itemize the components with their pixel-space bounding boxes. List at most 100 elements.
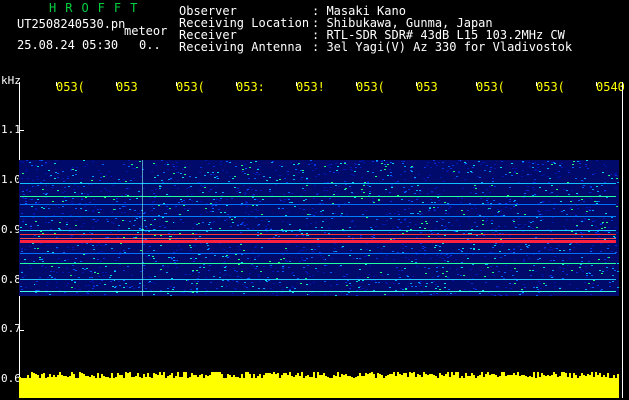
noise-speckle (427, 162, 429, 163)
noise-speckle (167, 288, 169, 289)
noise-speckle (306, 185, 308, 186)
noise-speckle (93, 258, 95, 259)
noise-speckle (155, 261, 157, 262)
noise-speckle (490, 169, 492, 170)
noise-speckle (528, 162, 530, 163)
noise-speckle (586, 207, 588, 208)
noise-speckle (173, 257, 175, 258)
noise-speckle (282, 266, 284, 267)
noise-speckle (331, 182, 333, 183)
noise-speckle (540, 202, 542, 203)
noise-speckle (119, 181, 121, 182)
noise-speckle (523, 259, 525, 260)
noise-speckle (242, 224, 244, 225)
noise-speckle (125, 283, 127, 284)
noise-speckle (449, 206, 451, 207)
noise-speckle (193, 259, 195, 260)
yellow-band-spike (391, 374, 393, 380)
noise-speckle (116, 201, 118, 202)
noise-speckle (30, 268, 32, 269)
noise-speckle (314, 185, 316, 186)
noise-speckle (491, 294, 493, 295)
yellow-band-spike (521, 375, 523, 380)
noise-speckle (276, 295, 278, 296)
noise-speckle (288, 199, 290, 200)
noise-speckle (482, 290, 484, 291)
noise-speckle (199, 172, 201, 173)
noise-speckle (470, 171, 472, 172)
noise-speckle (322, 257, 324, 258)
yellow-band-spike (501, 372, 503, 380)
noise-speckle (307, 214, 309, 215)
noise-speckle (519, 228, 521, 229)
noise-speckle (513, 249, 515, 250)
x-tick-mark (356, 82, 357, 86)
noise-speckle (113, 209, 115, 210)
noise-speckle (324, 182, 326, 183)
noise-speckle (245, 203, 247, 204)
noise-speckle (467, 168, 469, 169)
noise-speckle (398, 270, 400, 271)
noise-speckle (617, 263, 619, 264)
noise-speckle (433, 209, 435, 210)
noise-speckle (351, 170, 353, 171)
noise-speckle (517, 213, 519, 214)
noise-speckle (581, 221, 583, 222)
noise-speckle (176, 172, 178, 173)
noise-speckle (265, 280, 267, 281)
noise-speckle (299, 208, 301, 209)
yellow-band-spike (375, 378, 377, 380)
noise-speckle (23, 219, 25, 220)
noise-speckle (191, 283, 193, 284)
noise-speckle (48, 170, 50, 171)
noise-speckle (320, 211, 322, 212)
noise-speckle (350, 250, 352, 251)
noise-speckle (315, 168, 317, 169)
noise-speckle (136, 198, 138, 199)
noise-speckle (615, 173, 617, 174)
noise-speckle (194, 281, 196, 282)
noise-speckle (382, 224, 384, 225)
noise-speckle (73, 189, 75, 190)
noise-speckle (549, 193, 551, 194)
noise-speckle (241, 223, 243, 224)
noise-speckle (420, 191, 422, 192)
noise-speckle (518, 218, 520, 219)
yellow-band-spike (497, 377, 499, 380)
noise-speckle (442, 219, 444, 220)
noise-speckle (47, 251, 49, 252)
noise-speckle (29, 191, 31, 192)
noise-speckle (535, 169, 537, 170)
yellow-band-spike (53, 375, 55, 380)
noise-speckle (523, 260, 525, 261)
noise-speckle (286, 250, 288, 251)
noise-speckle (484, 256, 486, 257)
noise-speckle (57, 173, 59, 174)
noise-speckle (431, 233, 433, 234)
noise-speckle (543, 201, 545, 202)
yellow-band-spike (509, 375, 511, 380)
noise-speckle (251, 211, 253, 212)
noise-speckle (61, 213, 63, 214)
noise-speckle (523, 284, 525, 285)
noise-speckle (566, 219, 568, 220)
noise-speckle (530, 227, 532, 228)
noise-speckle (537, 210, 539, 211)
noise-speckle (606, 231, 608, 232)
yellow-band-spike (417, 374, 419, 380)
noise-speckle (602, 222, 604, 223)
noise-speckle (313, 282, 315, 283)
noise-speckle (206, 231, 208, 232)
noise-speckle (257, 235, 259, 236)
noise-speckle (551, 239, 553, 240)
noise-speckle (164, 164, 166, 165)
noise-speckle (411, 286, 413, 287)
noise-speckle (242, 222, 244, 223)
noise-speckle (60, 218, 62, 219)
noise-speckle (195, 177, 197, 178)
noise-speckle (93, 285, 95, 286)
noise-speckle (298, 172, 300, 173)
noise-speckle (88, 290, 90, 291)
noise-speckle (281, 166, 283, 167)
noise-speckle (534, 182, 536, 183)
